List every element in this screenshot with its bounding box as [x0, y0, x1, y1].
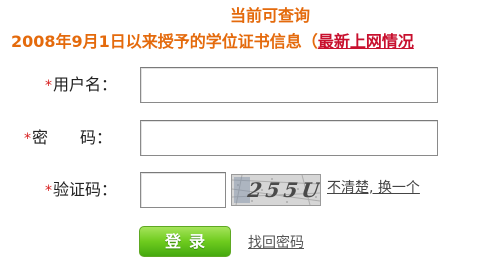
password-input[interactable] — [140, 120, 438, 156]
username-input[interactable] — [140, 67, 438, 103]
captcha-image[interactable]: 255U — [231, 174, 321, 206]
header-title: 当前可查询 — [229, 6, 310, 25]
forgot-password-link[interactable]: 找回密码 — [248, 233, 304, 253]
required-mark: * — [45, 78, 52, 94]
latest-status-link[interactable]: 最新上网情况 — [318, 32, 414, 51]
captcha-label: 验证码： — [53, 180, 118, 199]
header-subtitle-text: 2008年9月1日以来授予的学位证书信息（ — [11, 32, 318, 51]
required-mark: * — [24, 131, 31, 147]
login-panel: 当前可查询 2008年9月1日以来授予的学位证书信息（最新上网情况 *用户名： … — [0, 0, 499, 277]
password-label-group: *密 码： — [24, 128, 112, 149]
username-label: 用户名： — [53, 75, 118, 94]
captcha-text: 255U — [246, 178, 321, 202]
header-subtitle: 2008年9月1日以来授予的学位证书信息（最新上网情况 — [11, 32, 414, 52]
username-label-group: *用户名： — [45, 75, 117, 96]
login-button[interactable]: 登录 — [139, 226, 231, 257]
refresh-captcha-link[interactable]: 不清楚, 换一个 — [327, 178, 420, 198]
captcha-input[interactable] — [140, 172, 226, 208]
required-mark: * — [45, 183, 52, 199]
password-label: 密 码： — [32, 128, 113, 147]
captcha-label-group: *验证码： — [45, 180, 117, 201]
